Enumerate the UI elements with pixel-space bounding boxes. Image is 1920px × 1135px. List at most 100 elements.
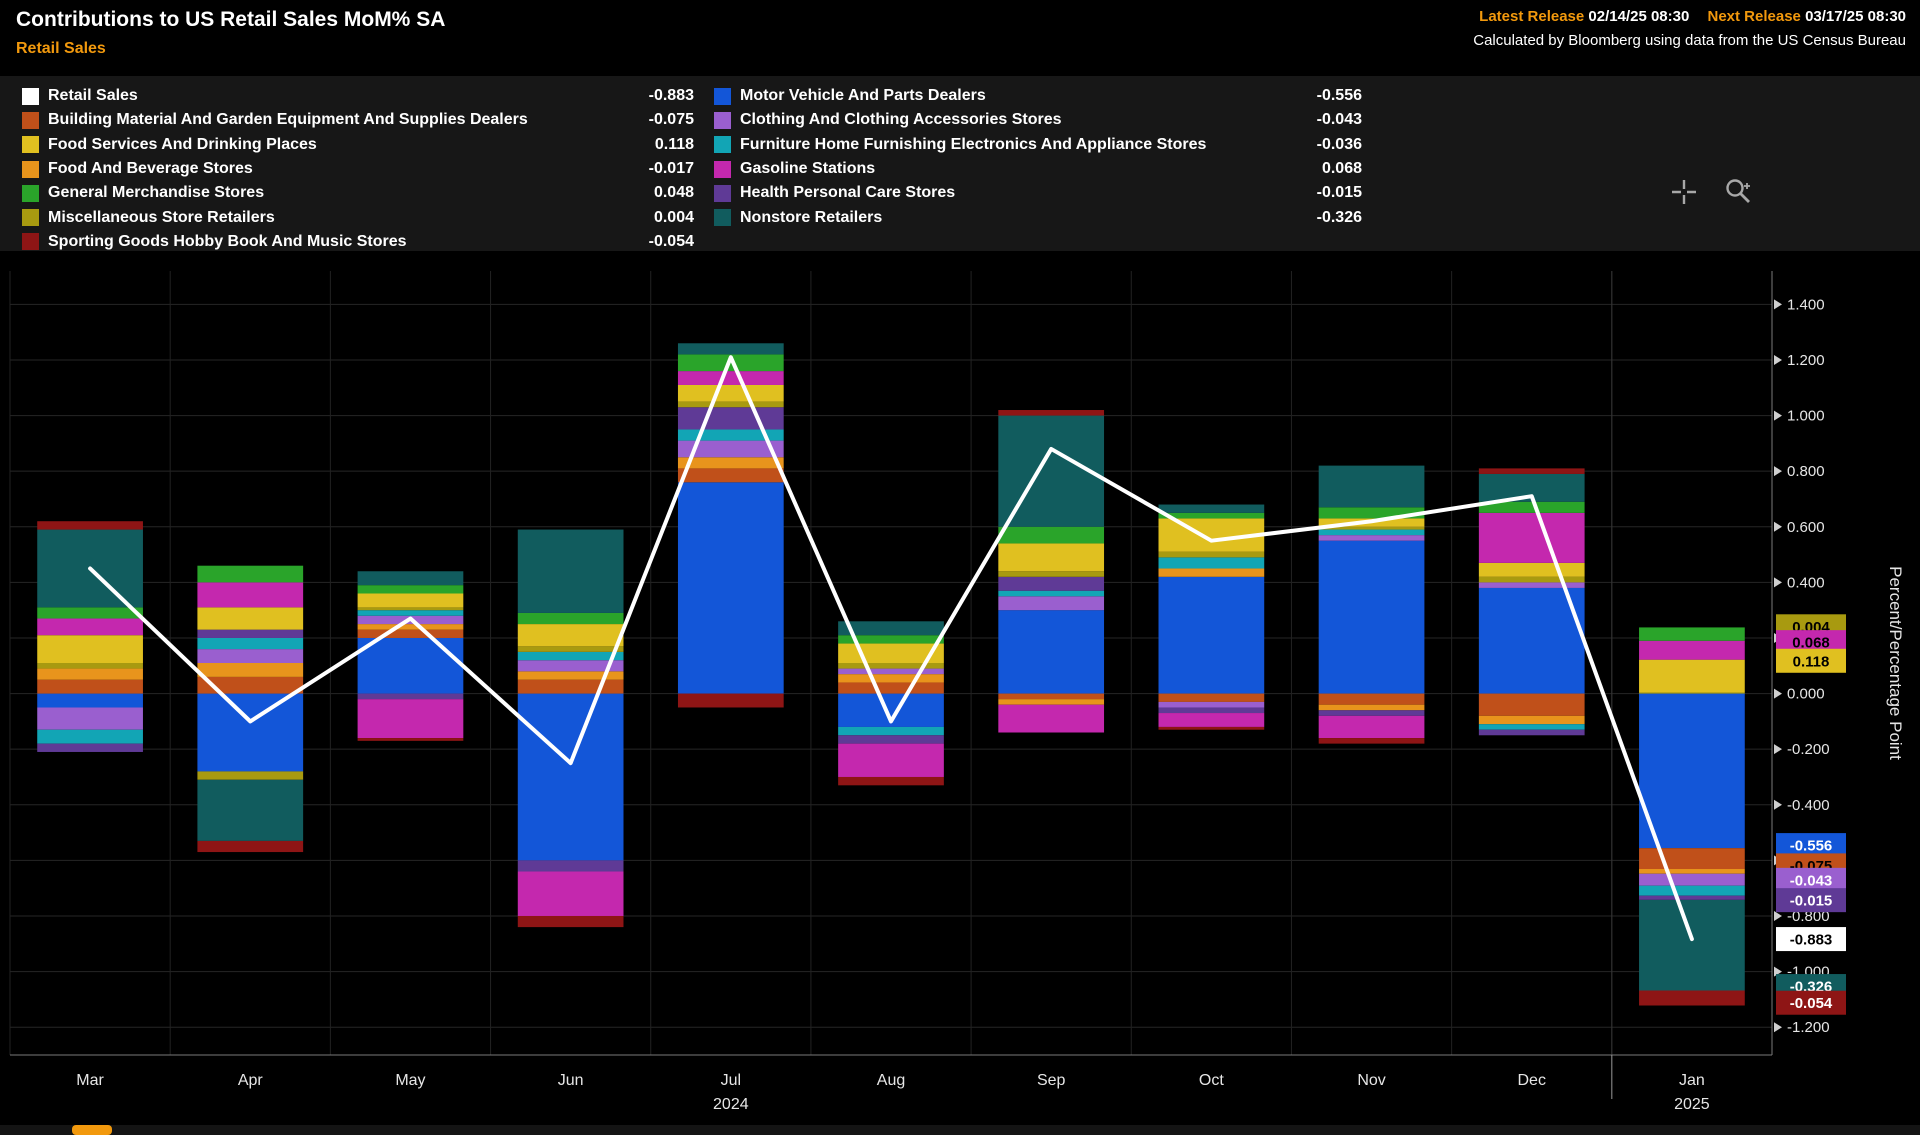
bar-segment-furniture-electronics-appliance-stores[interactable]	[1159, 557, 1265, 568]
bar-segment-motor-vehicle-and-parts-dealers[interactable]	[197, 694, 303, 772]
bar-segment-furniture-electronics-appliance-stores[interactable]	[358, 610, 464, 616]
bar-segment-gasoline-stations[interactable]	[1159, 713, 1265, 727]
legend-item[interactable]: Furniture Home Furnishing Electronics An…	[714, 133, 1362, 157]
bar-segment-nonstore-retailers[interactable]	[678, 343, 784, 354]
bar-segment-miscellaneous-store-retailers[interactable]	[518, 646, 624, 652]
bar-segment-nonstore-retailers[interactable]	[1159, 505, 1265, 513]
bar-segment-gasoline-stations[interactable]	[358, 699, 464, 738]
legend-item[interactable]: Retail Sales-0.883	[22, 84, 694, 108]
bar-segment-nonstore-retailers[interactable]	[518, 530, 624, 613]
bar-segment-sporting-goods-hobby-book-music[interactable]	[838, 777, 944, 785]
bar-segment-motor-vehicle-and-parts-dealers[interactable]	[998, 610, 1104, 693]
bar-segment-sporting-goods-hobby-book-music[interactable]	[678, 694, 784, 708]
bar-segment-motor-vehicle-and-parts-dealers[interactable]	[1319, 541, 1425, 694]
bar-segment-health-personal-care-stores[interactable]	[1479, 730, 1585, 736]
bar-segment-miscellaneous-store-retailers[interactable]	[998, 571, 1104, 577]
bar-segment-sporting-goods-hobby-book-music[interactable]	[518, 916, 624, 927]
bar-segment-nonstore-retailers[interactable]	[358, 571, 464, 585]
bar-segment-furniture-electronics-appliance-stores[interactable]	[197, 638, 303, 649]
bar-segment-gasoline-stations[interactable]	[998, 705, 1104, 733]
bar-segment-motor-vehicle-and-parts-dealers[interactable]	[1159, 577, 1265, 694]
bar-segment-building-material-garden-equipment[interactable]	[838, 682, 944, 693]
zoom-icon[interactable]	[1722, 176, 1754, 208]
bar-segment-miscellaneous-store-retailers[interactable]	[678, 402, 784, 408]
bar-segment-health-personal-care-stores[interactable]	[197, 630, 303, 638]
scrollbar-thumb[interactable]	[72, 1125, 112, 1135]
bar-segment-clothing-accessories-stores[interactable]	[1319, 535, 1425, 541]
bar-segment-gasoline-stations[interactable]	[1639, 641, 1745, 660]
bar-segment-food-services-drinking-places[interactable]	[1479, 563, 1585, 577]
bar-segment-food-services-drinking-places[interactable]	[518, 624, 624, 646]
bar-segment-motor-vehicle-and-parts-dealers[interactable]	[1639, 694, 1745, 849]
bar-segment-clothing-accessories-stores[interactable]	[37, 707, 143, 729]
bar-segment-building-material-garden-equipment[interactable]	[1159, 694, 1265, 702]
chart-canvas[interactable]: -1.200-1.000-0.800-0.600-0.400-0.2000.00…	[0, 251, 1920, 1135]
bar-segment-sporting-goods-hobby-book-music[interactable]	[37, 521, 143, 529]
bar-segment-sporting-goods-hobby-book-music[interactable]	[1319, 738, 1425, 744]
bar-segment-sporting-goods-hobby-book-music[interactable]	[998, 410, 1104, 416]
bar-segment-nonstore-retailers[interactable]	[197, 780, 303, 841]
bar-segment-furniture-electronics-appliance-stores[interactable]	[998, 591, 1104, 597]
bar-segment-gasoline-stations[interactable]	[197, 582, 303, 607]
bar-segment-miscellaneous-store-retailers[interactable]	[1639, 692, 1745, 693]
bar-segment-health-personal-care-stores[interactable]	[838, 735, 944, 743]
bar-segment-miscellaneous-store-retailers[interactable]	[838, 663, 944, 669]
bar-segment-food-and-beverage-stores[interactable]	[1319, 705, 1425, 711]
bar-segment-health-personal-care-stores[interactable]	[1639, 896, 1745, 900]
bar-segment-furniture-electronics-appliance-stores[interactable]	[37, 730, 143, 744]
bar-segment-gasoline-stations[interactable]	[37, 619, 143, 636]
bar-segment-furniture-electronics-appliance-stores[interactable]	[1319, 530, 1425, 536]
bar-segment-food-and-beverage-stores[interactable]	[998, 699, 1104, 705]
legend-item[interactable]: Gasoline Stations0.068	[714, 157, 1362, 181]
bar-segment-general-merchandise-stores[interactable]	[358, 585, 464, 593]
bar-segment-building-material-garden-equipment[interactable]	[518, 680, 624, 694]
legend-item[interactable]: Miscellaneous Store Retailers0.004	[22, 205, 694, 229]
bar-segment-sporting-goods-hobby-book-music[interactable]	[358, 738, 464, 741]
bar-segment-miscellaneous-store-retailers[interactable]	[197, 771, 303, 779]
bar-segment-food-services-drinking-places[interactable]	[197, 607, 303, 629]
bar-segment-gasoline-stations[interactable]	[678, 371, 784, 385]
bar-segment-food-services-drinking-places[interactable]	[678, 385, 784, 402]
bar-segment-health-personal-care-stores[interactable]	[37, 744, 143, 752]
legend-item[interactable]: General Merchandise Stores0.048	[22, 181, 694, 205]
bar-segment-nonstore-retailers[interactable]	[1639, 900, 1745, 991]
bar-segment-gasoline-stations[interactable]	[1319, 716, 1425, 738]
bar-segment-building-material-garden-equipment[interactable]	[358, 630, 464, 638]
bar-segment-motor-vehicle-and-parts-dealers[interactable]	[358, 638, 464, 694]
bar-segment-health-personal-care-stores[interactable]	[518, 860, 624, 871]
legend-item[interactable]: Food And Beverage Stores-0.017	[22, 157, 694, 181]
bar-segment-health-personal-care-stores[interactable]	[1319, 710, 1425, 716]
bar-segment-building-material-garden-equipment[interactable]	[1479, 694, 1585, 716]
bar-segment-furniture-electronics-appliance-stores[interactable]	[1639, 886, 1745, 896]
bar-segment-food-and-beverage-stores[interactable]	[358, 624, 464, 630]
bar-segment-clothing-accessories-stores[interactable]	[197, 649, 303, 663]
bar-segment-motor-vehicle-and-parts-dealers[interactable]	[37, 694, 143, 708]
bar-segment-general-merchandise-stores[interactable]	[197, 566, 303, 583]
bar-segment-furniture-electronics-appliance-stores[interactable]	[1479, 724, 1585, 730]
bar-segment-food-and-beverage-stores[interactable]	[197, 663, 303, 677]
bar-segment-food-and-beverage-stores[interactable]	[1159, 568, 1265, 576]
bar-segment-motor-vehicle-and-parts-dealers[interactable]	[518, 694, 624, 861]
bar-segment-gasoline-stations[interactable]	[518, 872, 624, 916]
crosshair-icon[interactable]	[1668, 176, 1700, 208]
bar-segment-building-material-garden-equipment[interactable]	[1319, 694, 1425, 705]
legend-item[interactable]: Motor Vehicle And Parts Dealers-0.556	[714, 84, 1362, 108]
bar-segment-sporting-goods-hobby-book-music[interactable]	[1159, 727, 1265, 730]
bar-segment-general-merchandise-stores[interactable]	[37, 607, 143, 618]
bar-segment-furniture-electronics-appliance-stores[interactable]	[838, 727, 944, 735]
horizontal-scrollbar[interactable]	[0, 1125, 1920, 1135]
bar-segment-miscellaneous-store-retailers[interactable]	[1479, 577, 1585, 583]
bar-segment-food-services-drinking-places[interactable]	[358, 593, 464, 607]
bar-segment-food-and-beverage-stores[interactable]	[1479, 716, 1585, 724]
bar-segment-food-and-beverage-stores[interactable]	[1639, 869, 1745, 874]
legend-item[interactable]: Food Services And Drinking Places0.118	[22, 133, 694, 157]
bar-segment-sporting-goods-hobby-book-music[interactable]	[197, 841, 303, 852]
bar-segment-furniture-electronics-appliance-stores[interactable]	[518, 652, 624, 660]
bar-segment-clothing-accessories-stores[interactable]	[838, 669, 944, 675]
bar-segment-motor-vehicle-and-parts-dealers[interactable]	[678, 482, 784, 693]
bar-segment-food-and-beverage-stores[interactable]	[37, 669, 143, 680]
bar-segment-health-personal-care-stores[interactable]	[1159, 707, 1265, 713]
bar-segment-clothing-accessories-stores[interactable]	[1639, 874, 1745, 886]
bar-segment-sporting-goods-hobby-book-music[interactable]	[1639, 991, 1745, 1006]
bar-segment-food-services-drinking-places[interactable]	[998, 543, 1104, 571]
